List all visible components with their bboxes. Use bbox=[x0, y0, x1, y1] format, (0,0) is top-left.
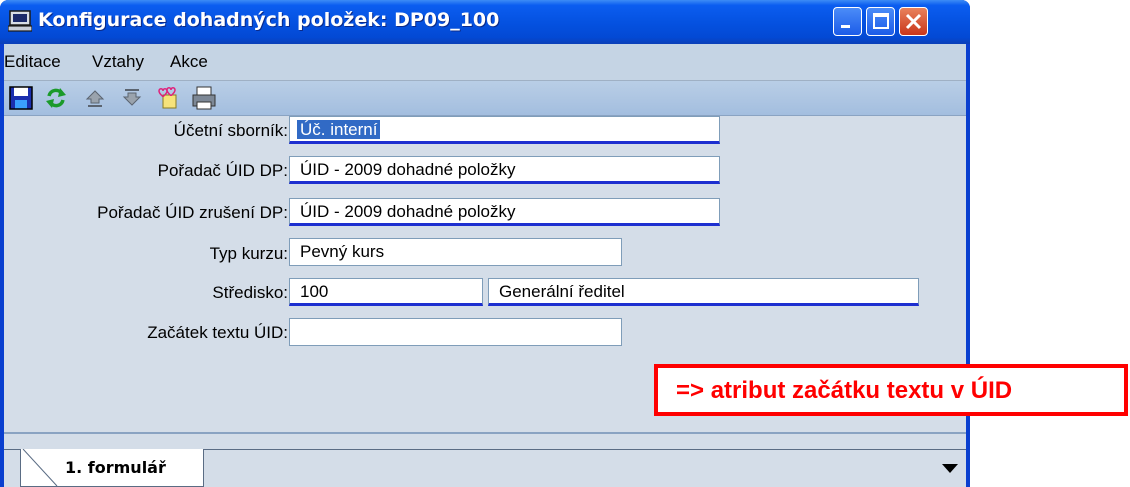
tab-formular-label: 1. formulář bbox=[65, 458, 166, 477]
title-bar[interactable]: Konfigurace dohadných položek: DP09_100 bbox=[0, 0, 970, 44]
maximize-icon bbox=[873, 13, 889, 29]
menu-akce[interactable]: Akce bbox=[170, 52, 208, 72]
label-zacatek-textu: Začátek textu ÚID: bbox=[147, 323, 288, 342]
close-button[interactable] bbox=[899, 7, 928, 36]
stredisko-name-field[interactable]: Generální ředitel bbox=[488, 278, 919, 306]
annotation-box: => atribut začátku textu v ÚID bbox=[654, 364, 1128, 416]
stredisko-code-field[interactable]: 100 bbox=[289, 278, 483, 306]
client-area: Editace Vztahy Akce Účetní sborník: Úč. … bbox=[4, 44, 966, 487]
stredisko-code-value: 100 bbox=[300, 282, 329, 301]
poradac-uid-dp-value: ÚID - 2009 dohadné položky bbox=[300, 160, 516, 179]
move-down-icon[interactable] bbox=[120, 86, 144, 110]
maximize-button[interactable] bbox=[866, 7, 895, 36]
typ-kurzu-field[interactable]: Pevný kurs bbox=[289, 238, 622, 266]
menu-vztahy[interactable]: Vztahy bbox=[92, 52, 144, 72]
ucetni-sbornik-field[interactable]: Úč. interní bbox=[289, 116, 720, 144]
save-icon[interactable] bbox=[9, 86, 33, 110]
close-icon bbox=[905, 13, 922, 30]
zacatek-textu-field[interactable] bbox=[289, 318, 622, 346]
menu-editace[interactable]: Editace bbox=[4, 52, 61, 72]
annotation-text: => atribut začátku textu v ÚID bbox=[676, 377, 1013, 404]
tab-edge-icon bbox=[22, 449, 58, 487]
poradac-uid-zruseni-value: ÚID - 2009 dohadné položky bbox=[300, 202, 516, 221]
status-separator bbox=[4, 432, 966, 434]
tab-formular[interactable]: 1. formulář bbox=[20, 449, 204, 487]
computer-icon bbox=[8, 10, 32, 32]
chevron-down-icon[interactable] bbox=[942, 464, 958, 474]
label-ucetni-sbornik: Účetní sborník: bbox=[173, 121, 288, 140]
label-stredisko: Středisko: bbox=[212, 283, 288, 302]
ucetni-sbornik-value: Úč. interní bbox=[297, 120, 381, 139]
refresh-icon[interactable] bbox=[44, 86, 68, 110]
label-poradac-uid-zruseni: Pořadač ÚID zrušení DP: bbox=[97, 203, 288, 222]
hearts-icon[interactable] bbox=[156, 86, 180, 110]
print-icon[interactable] bbox=[192, 86, 216, 110]
label-poradac-uid-dp: Pořadač ÚID DP: bbox=[157, 161, 288, 180]
tab-bar: 1. formulář bbox=[4, 449, 966, 487]
typ-kurzu-value: Pevný kurs bbox=[300, 242, 385, 261]
menu-bar: Editace Vztahy Akce bbox=[4, 44, 966, 81]
poradac-uid-zruseni-field[interactable]: ÚID - 2009 dohadné položky bbox=[289, 198, 720, 226]
label-typ-kurzu: Typ kurzu: bbox=[209, 244, 288, 263]
stredisko-name-value: Generální ředitel bbox=[499, 282, 625, 301]
move-up-icon[interactable] bbox=[83, 86, 107, 110]
minimize-icon bbox=[841, 25, 850, 28]
minimize-button[interactable] bbox=[833, 7, 862, 36]
window-title: Konfigurace dohadných položek: DP09_100 bbox=[38, 9, 500, 31]
toolbar bbox=[4, 81, 966, 116]
poradac-uid-dp-field[interactable]: ÚID - 2009 dohadné položky bbox=[289, 156, 720, 184]
